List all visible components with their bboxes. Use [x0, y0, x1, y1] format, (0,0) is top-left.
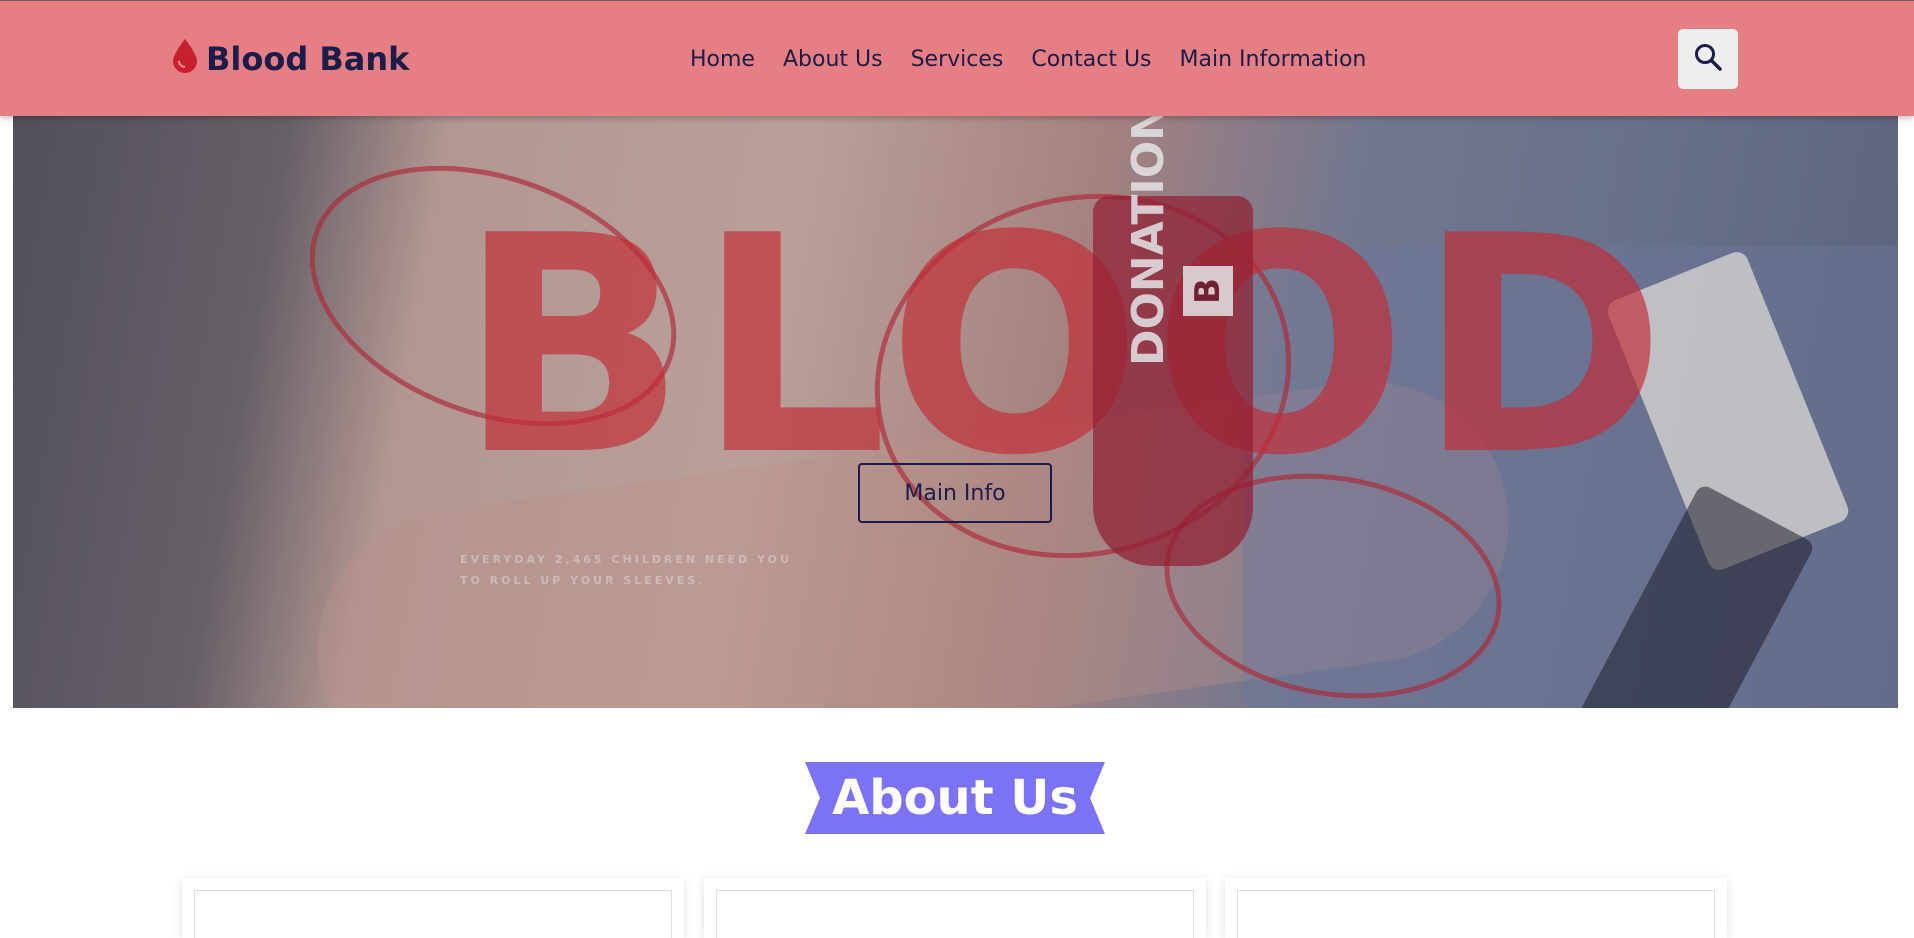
nav-home[interactable]: Home	[690, 47, 755, 72]
nav-services[interactable]: Services	[911, 47, 1004, 72]
nav-main-information[interactable]: Main Information	[1180, 47, 1367, 72]
hero-overlay	[13, 116, 1898, 708]
main-info-button[interactable]: Main Info	[858, 463, 1052, 523]
brand-name: Blood Bank	[206, 40, 410, 78]
nav-contact-us[interactable]: Contact Us	[1031, 47, 1151, 72]
about-card	[182, 878, 684, 938]
about-title-ribbon: About Us	[805, 762, 1105, 834]
about-card	[704, 878, 1206, 938]
brand-logo[interactable]: Blood Bank	[170, 37, 409, 81]
card-inner	[716, 890, 1194, 938]
hero-banner: BLOOD DONATION B Everyday 2,465 children…	[13, 116, 1898, 708]
nav-about-us[interactable]: About Us	[783, 47, 883, 72]
site-header: Blood Bank Home About Us Services Contac…	[0, 0, 1914, 116]
blood-drop-icon	[170, 37, 200, 81]
about-card	[1225, 878, 1727, 938]
card-inner	[1237, 890, 1715, 938]
about-cards	[182, 878, 1727, 938]
about-section-title: About Us	[832, 770, 1078, 826]
search-icon	[1693, 42, 1723, 76]
card-inner	[194, 890, 672, 938]
main-nav: Home About Us Services Contact Us Main I…	[690, 41, 1366, 77]
search-button[interactable]	[1678, 29, 1738, 89]
